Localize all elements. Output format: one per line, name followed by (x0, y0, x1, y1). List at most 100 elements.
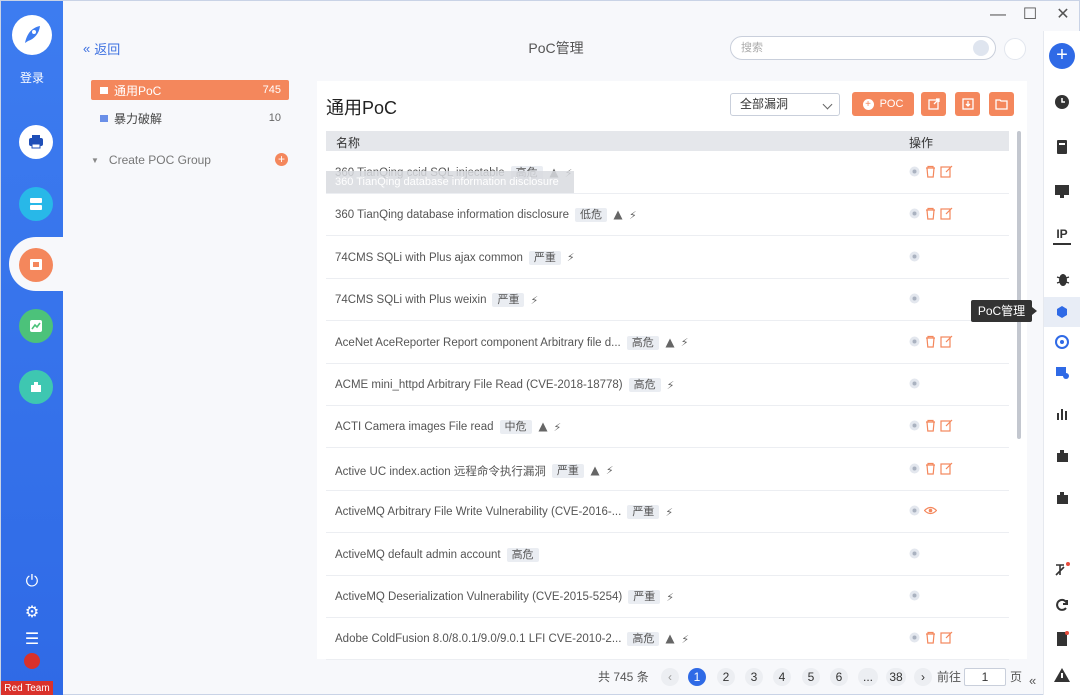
page-button[interactable]: 6 (830, 668, 848, 686)
edit-icon[interactable] (940, 165, 953, 178)
run-icon[interactable] (908, 207, 921, 220)
table-row[interactable]: 74CMS SQLi with Plus ajax common 严重 ⚡ (326, 237, 1009, 279)
table-row[interactable]: ACME mini_httpd Arbitrary File Read (CVE… (326, 364, 1009, 406)
login-link[interactable]: 登录 (1, 69, 63, 86)
poc-name-cell: AceNet AceReporter Report component Arbi… (335, 335, 688, 350)
vuln-filter-select[interactable]: 全部漏洞 (730, 93, 840, 116)
run-icon[interactable] (908, 292, 921, 305)
run-icon[interactable] (908, 504, 921, 517)
delete-icon[interactable] (924, 207, 937, 220)
maximize-icon[interactable]: ☐ (1019, 6, 1041, 24)
goto-page-input[interactable] (964, 668, 1006, 686)
table-row[interactable]: AceNet AceReporter Report component Arbi… (326, 322, 1009, 364)
page-button[interactable]: 3 (745, 668, 763, 686)
page-button[interactable]: 38 (886, 668, 906, 686)
edit-icon[interactable] (940, 207, 953, 220)
run-icon[interactable] (908, 250, 921, 263)
document-icon[interactable] (1053, 138, 1071, 156)
table-scrollbar[interactable] (1017, 131, 1021, 439)
edit-icon[interactable] (940, 419, 953, 432)
run-icon[interactable] (908, 335, 921, 348)
view-icon[interactable] (924, 504, 937, 517)
report-icon[interactable] (1053, 630, 1071, 648)
monitor-icon[interactable] (1053, 182, 1071, 200)
edit-icon[interactable] (1004, 38, 1026, 60)
run-icon[interactable] (908, 631, 921, 644)
settings-icon[interactable]: ⚙ (1, 602, 63, 622)
extension-icon[interactable] (1053, 489, 1071, 507)
poc-manage-icon[interactable] (1053, 303, 1071, 321)
refresh-icon[interactable] (1053, 596, 1071, 614)
app-logo[interactable] (12, 15, 52, 55)
page-button[interactable]: 1 (688, 668, 706, 686)
folder-button[interactable] (989, 92, 1014, 116)
task-icon[interactable] (1053, 363, 1071, 381)
table-row[interactable]: ActiveMQ Arbitrary File Write Vulnerabil… (326, 491, 1009, 534)
nav-poc-icon[interactable] (19, 248, 53, 282)
group-item-bruteforce[interactable]: 暴力破解 10 (91, 108, 289, 128)
create-group-toggle[interactable]: ▼ Create POC Group (89, 153, 289, 167)
menu-icon[interactable]: ☰ (1, 629, 63, 649)
group-item-general[interactable]: 通用PoC 745 (91, 80, 289, 100)
warning-icon[interactable] (1053, 666, 1071, 684)
table-row[interactable]: Adobe ColdFusion 8.0/8.0.1/9.0/9.0.1 LFI… (326, 618, 1009, 661)
page-button[interactable]: 4 (773, 668, 791, 686)
translate-icon[interactable] (1053, 561, 1071, 579)
nav-printer-icon[interactable] (19, 125, 53, 159)
export-button[interactable] (921, 92, 946, 116)
ip-icon[interactable]: IP (1053, 227, 1071, 245)
row-actions (908, 165, 953, 178)
next-page-button[interactable]: › (914, 668, 932, 686)
poc-name: ACME mini_httpd Arbitrary File Read (CVE… (335, 379, 623, 391)
add-icon[interactable]: + (1049, 43, 1075, 69)
table-row[interactable]: 360 TianQing database information disclo… (326, 194, 1009, 237)
add-group-button[interactable]: + (275, 153, 288, 166)
add-poc-button[interactable]: + POC (852, 92, 914, 116)
nav-chart-icon[interactable] (19, 309, 53, 343)
redteam-badge: Red Team (1, 681, 53, 695)
minimize-icon[interactable]: — (987, 6, 1009, 24)
run-icon[interactable] (908, 547, 921, 560)
bolt-icon: ⚡ (566, 252, 575, 265)
bug-icon[interactable] (1053, 270, 1071, 288)
table-row[interactable]: ActiveMQ Deserialization Vulnerability (… (326, 576, 1009, 618)
run-icon[interactable] (908, 165, 921, 178)
row-actions (908, 419, 953, 432)
import-button[interactable] (955, 92, 980, 116)
search-input[interactable] (741, 37, 971, 59)
page-button[interactable]: 2 (717, 668, 735, 686)
nav-plugin-icon[interactable] (19, 370, 53, 404)
back-button[interactable]: « 返回 (83, 39, 120, 58)
alert-clock-icon[interactable] (24, 653, 40, 669)
radar-icon[interactable] (1053, 333, 1071, 351)
run-icon[interactable] (908, 589, 921, 602)
run-icon[interactable] (908, 462, 921, 475)
page-ellipsis[interactable]: ... (858, 668, 878, 686)
clock-icon[interactable] (1053, 93, 1071, 111)
nav-server-icon[interactable] (19, 187, 53, 221)
edit-icon[interactable] (940, 462, 953, 475)
poc-name-cell: ActiveMQ Arbitrary File Write Vulnerabil… (335, 505, 673, 520)
run-icon[interactable] (908, 419, 921, 432)
table-row[interactable]: 74CMS SQLi with Plus weixin 严重 ⚡ (326, 279, 1009, 322)
search-icon[interactable] (973, 40, 989, 56)
bar-chart-icon[interactable] (1053, 405, 1071, 423)
close-icon[interactable]: ✕ (1052, 6, 1074, 24)
run-icon[interactable] (908, 377, 921, 390)
table-row[interactable]: ACTI Camera images File read 中危 ⚡ (326, 406, 1009, 449)
table-row[interactable]: Active UC index.action 远程命令执行漏洞 严重 ⚡ (326, 449, 1009, 491)
delete-icon[interactable] (924, 165, 937, 178)
page-button[interactable]: 5 (802, 668, 820, 686)
puzzle-icon[interactable] (1053, 447, 1071, 465)
table-row[interactable]: ActiveMQ default admin account 高危 (326, 534, 1009, 576)
edit-icon[interactable] (940, 631, 953, 644)
delete-icon[interactable] (924, 419, 937, 432)
delete-icon[interactable] (924, 462, 937, 475)
total-count: 共 745 条 (598, 670, 649, 684)
power-icon[interactable]: ⏻ (1, 573, 63, 591)
edit-icon[interactable] (940, 335, 953, 348)
collapse-icon[interactable]: « (1029, 673, 1036, 688)
delete-icon[interactable] (924, 335, 937, 348)
delete-icon[interactable] (924, 631, 937, 644)
prev-page-button[interactable]: ‹ (661, 668, 679, 686)
